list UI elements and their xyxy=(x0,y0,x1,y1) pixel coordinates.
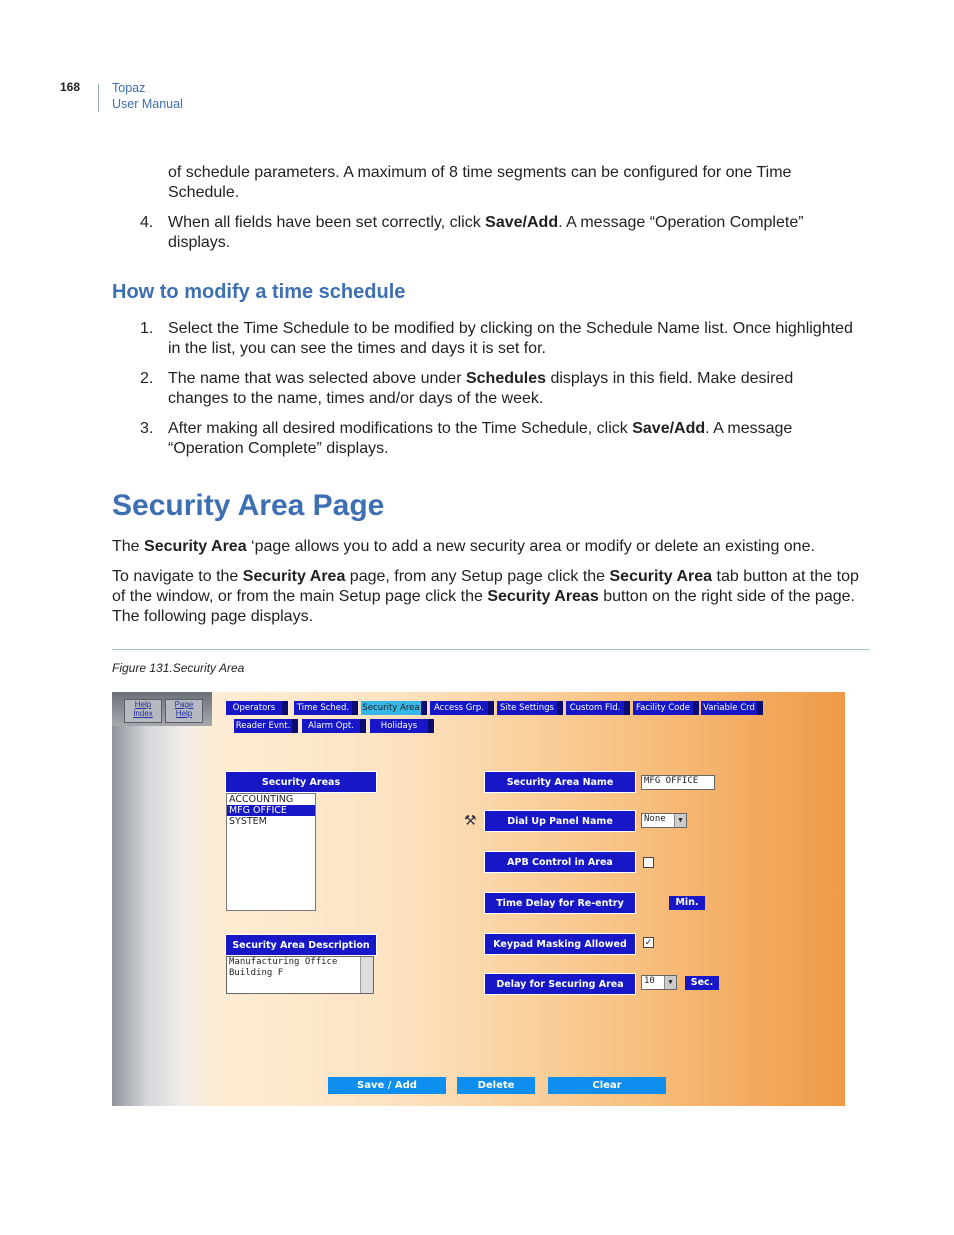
modify-step-3-text: After making all desired modifications t… xyxy=(168,420,793,457)
list-item[interactable]: SYSTEM xyxy=(227,816,315,827)
tab-time-sched[interactable]: Time Sched. xyxy=(294,701,358,715)
intro-continuation: of schedule parameters. A maximum of 8 t… xyxy=(168,164,792,201)
help-index-button[interactable]: Help Index xyxy=(124,699,162,723)
security-area-screenshot: Help Index Page Help Operators Time Sche… xyxy=(112,692,845,1106)
modify-step-1-text: Select the Time Schedule to be modified … xyxy=(168,320,853,357)
page-help-button[interactable]: Page Help xyxy=(165,699,203,723)
security-area-name-label: Security Area Name xyxy=(484,771,636,793)
delay-securing-select[interactable]: 10 ▼ xyxy=(641,975,677,990)
chevron-down-icon[interactable]: ▼ xyxy=(674,814,686,827)
tab-reader-evnt[interactable]: Reader Evnt. xyxy=(234,719,298,733)
section-heading: Security Area Page xyxy=(112,489,385,522)
keypad-masking-checkbox[interactable]: ✓ xyxy=(643,937,654,948)
tab-security-area[interactable]: Security Area xyxy=(361,701,427,715)
security-areas-list[interactable]: ACCOUNTING MFG OFFICE SYSTEM xyxy=(226,793,316,911)
header-divider xyxy=(98,84,99,112)
modify-step-1-number: 1. xyxy=(140,320,154,337)
chevron-down-icon[interactable]: ▼ xyxy=(664,976,676,989)
modify-heading: How to modify a time schedule xyxy=(112,281,406,303)
tab-facility-code[interactable]: Facility Code xyxy=(633,701,699,715)
security-areas-label: Security Areas xyxy=(225,771,377,793)
delete-button[interactable]: Delete xyxy=(457,1077,535,1094)
figure-rule xyxy=(112,649,870,650)
step-4-number: 4. xyxy=(140,214,154,231)
description-textarea[interactable]: Manufacturing Office Building F xyxy=(226,956,374,994)
description-scrollbar[interactable] xyxy=(360,957,373,993)
clear-button[interactable]: Clear xyxy=(548,1077,666,1094)
dial-up-panel-select[interactable]: None ▼ xyxy=(641,813,687,828)
tab-custom-fld[interactable]: Custom Fld. xyxy=(566,701,630,715)
tab-operators[interactable]: Operators xyxy=(226,701,288,715)
delay-securing-label: Delay for Securing Area xyxy=(484,973,636,995)
figure-caption: Figure 131.Security Area xyxy=(112,661,245,675)
description-label: Security Area Description xyxy=(225,934,377,956)
dial-up-panel-value: None xyxy=(644,814,666,824)
minutes-unit-button[interactable]: Min. xyxy=(669,896,705,910)
tab-holidays[interactable]: Holidays xyxy=(370,719,434,733)
tab-alarm-opt[interactable]: Alarm Opt. xyxy=(302,719,366,733)
decorative-sidebar xyxy=(112,692,212,1106)
tab-site-settings[interactable]: Site Settings xyxy=(497,701,563,715)
section-paragraph-1: The Security Area ‘page allows you to ad… xyxy=(112,538,815,555)
tab-variable-crd[interactable]: Variable Crd xyxy=(701,701,763,715)
section-paragraph-2: To navigate to the Security Area page, f… xyxy=(112,568,859,625)
product-name: Topaz xyxy=(112,81,146,95)
step-4-text: When all fields have been set correctly,… xyxy=(168,214,804,251)
description-line-1: Manufacturing Office xyxy=(229,957,338,967)
save-add-button[interactable]: Save / Add xyxy=(328,1077,446,1094)
keypad-masking-label: Keypad Masking Allowed xyxy=(484,933,636,955)
modify-step-2-number: 2. xyxy=(140,370,154,387)
delay-securing-value: 10 xyxy=(644,976,655,986)
security-area-name-input[interactable]: MFG OFFICE xyxy=(641,775,715,790)
description-line-2: Building F xyxy=(229,968,284,978)
apb-control-checkbox[interactable] xyxy=(643,857,654,868)
tab-access-grp[interactable]: Access Grp. xyxy=(430,701,494,715)
list-item[interactable]: ACCOUNTING xyxy=(227,794,315,805)
dial-up-panel-label: Dial Up Panel Name xyxy=(484,810,636,832)
seconds-unit-button[interactable]: Sec. xyxy=(685,976,719,990)
wrench-icon[interactable]: ⚒ xyxy=(464,812,478,832)
doc-name: User Manual xyxy=(112,97,183,111)
modify-step-2-text: The name that was selected above under S… xyxy=(168,370,794,407)
running-header: Topaz User Manual xyxy=(112,80,183,112)
list-item-selected[interactable]: MFG OFFICE xyxy=(227,805,315,816)
time-delay-label: Time Delay for Re-entry xyxy=(484,892,636,914)
modify-step-3-number: 3. xyxy=(140,420,154,437)
apb-control-label: APB Control in Area xyxy=(484,851,636,873)
page-number: 168 xyxy=(60,80,81,94)
